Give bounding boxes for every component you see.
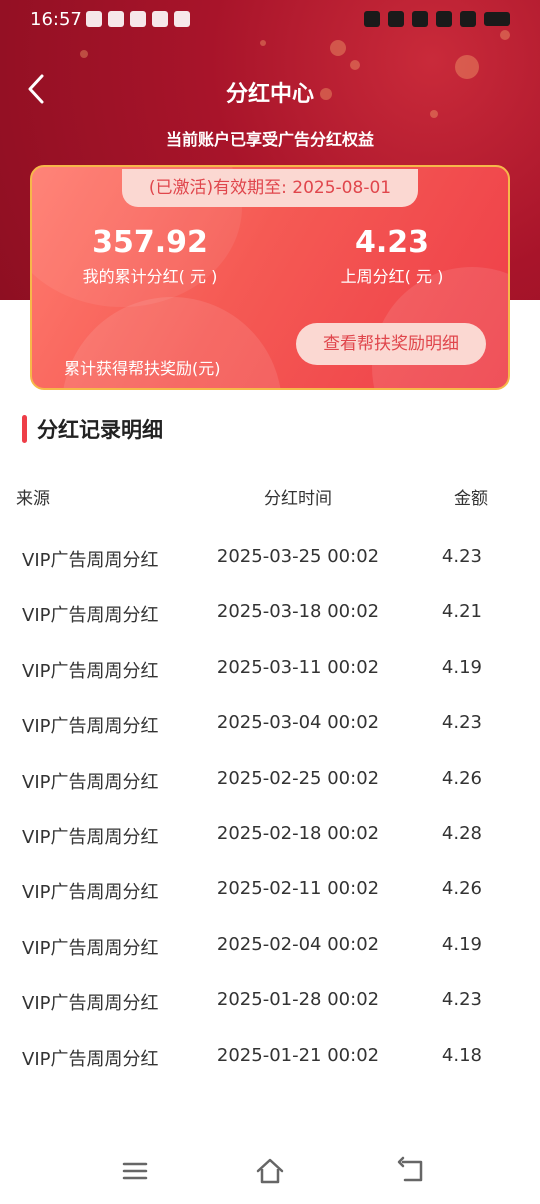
row-time: 2025-03-25 00:02 (216, 546, 380, 567)
section-header: 分红记录明细 (22, 413, 163, 445)
signal-icon (436, 11, 452, 27)
total-dividend-stat: 357.92 我的累计分红( 元 ) (40, 225, 260, 287)
row-time: 2025-01-21 00:02 (216, 1044, 380, 1066)
cumulative-reward-label: 累计获得帮扶奖励(元) (64, 359, 221, 378)
battery-icon (484, 12, 510, 26)
row-amount: 4.19 (441, 933, 482, 955)
section-accent-bar (22, 415, 27, 443)
dividend-records-table: 来源 分红时间 金额 VIP广告周周分红 2025-03-25 00:02 4.23… (0, 470, 540, 1084)
home-button[interactable] (255, 1156, 285, 1186)
row-source: VIP广告周周分红 (22, 550, 159, 571)
scan-icon (174, 11, 190, 27)
home-icon (256, 1158, 284, 1184)
system-back-button[interactable] (397, 1156, 427, 1186)
row-amount: 4.23 (441, 546, 482, 567)
alarm-icon (364, 11, 380, 27)
row-amount: 4.23 (441, 712, 482, 734)
header-amount: 金额 (454, 489, 488, 509)
last-week-dividend-value: 4.23 (354, 225, 430, 260)
row-source: VIP广告周周分红 (22, 1048, 159, 1070)
expiry-badge: (已激活)有效期至: 2025-08-01 (122, 169, 418, 207)
row-amount: 4.18 (441, 1044, 482, 1066)
table-row: VIP广告周周分红 2025-03-18 00:02 4.21 (0, 585, 540, 640)
view-reward-detail-button[interactable]: 查看帮扶奖励明细 (296, 323, 486, 365)
row-amount: 4.21 (441, 601, 482, 623)
total-dividend-label: 我的累计分红( 元 ) (82, 267, 218, 286)
table-row: VIP广告周周分红 2025-02-25 00:02 4.26 (0, 752, 540, 807)
app-icon (108, 11, 124, 27)
table-header: 来源 分红时间 金额 (0, 470, 540, 522)
wifi-icon (460, 11, 476, 27)
total-dividend-value: 357.92 (92, 225, 208, 260)
row-source: VIP广告周周分红 (22, 605, 159, 627)
row-source: VIP广告周周分红 (22, 771, 159, 793)
return-icon (397, 1156, 423, 1182)
row-amount: 4.23 (441, 989, 482, 1011)
last-week-dividend-stat: 4.23 上周分红( 元 ) (282, 225, 502, 287)
row-time: 2025-02-18 00:02 (216, 822, 380, 844)
section-title: 分红记录明细 (37, 418, 163, 442)
table-row: VIP广告周周分红 2025-03-25 00:02 4.23 (0, 530, 540, 585)
last-week-dividend-label: 上周分红( 元 ) (340, 267, 444, 286)
row-time: 2025-02-25 00:02 (216, 767, 380, 789)
video-icon (152, 11, 168, 27)
top-nav: 分红中心 (0, 64, 540, 114)
table-row: VIP广告周周分红 2025-02-11 00:02 4.26 (0, 862, 540, 917)
row-source: VIP广告周周分红 (22, 716, 159, 738)
row-time: 2025-03-18 00:02 (216, 601, 380, 623)
tiktok-icon (86, 11, 102, 27)
table-row: VIP广告周周分红 2025-03-11 00:02 4.19 (0, 641, 540, 696)
page-subtitle: 当前账户已享受广告分红权益 (165, 130, 374, 149)
row-source: VIP广告周周分红 (22, 937, 159, 959)
table-row: VIP广告周周分红 2025-03-04 00:02 4.23 (0, 696, 540, 751)
row-time: 2025-02-11 00:02 (216, 878, 380, 900)
row-amount: 4.28 (441, 822, 482, 844)
page-title: 分红中心 (225, 82, 314, 107)
system-nav-bar (0, 1140, 540, 1204)
table-row: VIP广告周周分红 2025-02-18 00:02 4.28 (0, 807, 540, 862)
status-bar: 16:57 (0, 0, 540, 40)
telegram-icon (130, 11, 146, 27)
row-source: VIP广告周周分红 (22, 826, 159, 848)
row-time: 2025-03-11 00:02 (216, 656, 380, 678)
row-time: 2025-03-04 00:02 (216, 712, 380, 734)
row-amount: 4.26 (441, 767, 482, 789)
row-source: VIP广告周周分红 (22, 660, 159, 682)
row-amount: 4.26 (441, 878, 482, 900)
hd-icon (412, 11, 428, 27)
vibrate-icon (388, 11, 404, 27)
table-row: VIP广告周周分红 2025-01-21 00:02 4.18 (0, 1029, 540, 1084)
row-source: VIP广告周周分红 (22, 882, 159, 904)
status-right-icons (364, 11, 510, 27)
menu-icon (122, 1162, 148, 1180)
row-source: VIP广告周周分红 (22, 993, 159, 1015)
row-amount: 4.19 (441, 656, 482, 678)
status-app-icons (86, 11, 190, 27)
table-row: VIP广告周周分红 2025-02-04 00:02 4.19 (0, 918, 540, 973)
row-time: 2025-02-04 00:02 (216, 933, 380, 955)
recent-apps-button[interactable] (120, 1156, 150, 1186)
table-row: VIP广告周周分红 2025-01-28 00:02 4.23 (0, 973, 540, 1028)
status-time: 16:57 (30, 9, 82, 30)
row-time: 2025-01-28 00:02 (216, 989, 380, 1011)
dividend-summary-card: (已激活)有效期至: 2025-08-01 357.92 我的累计分红( 元 )… (30, 165, 510, 390)
